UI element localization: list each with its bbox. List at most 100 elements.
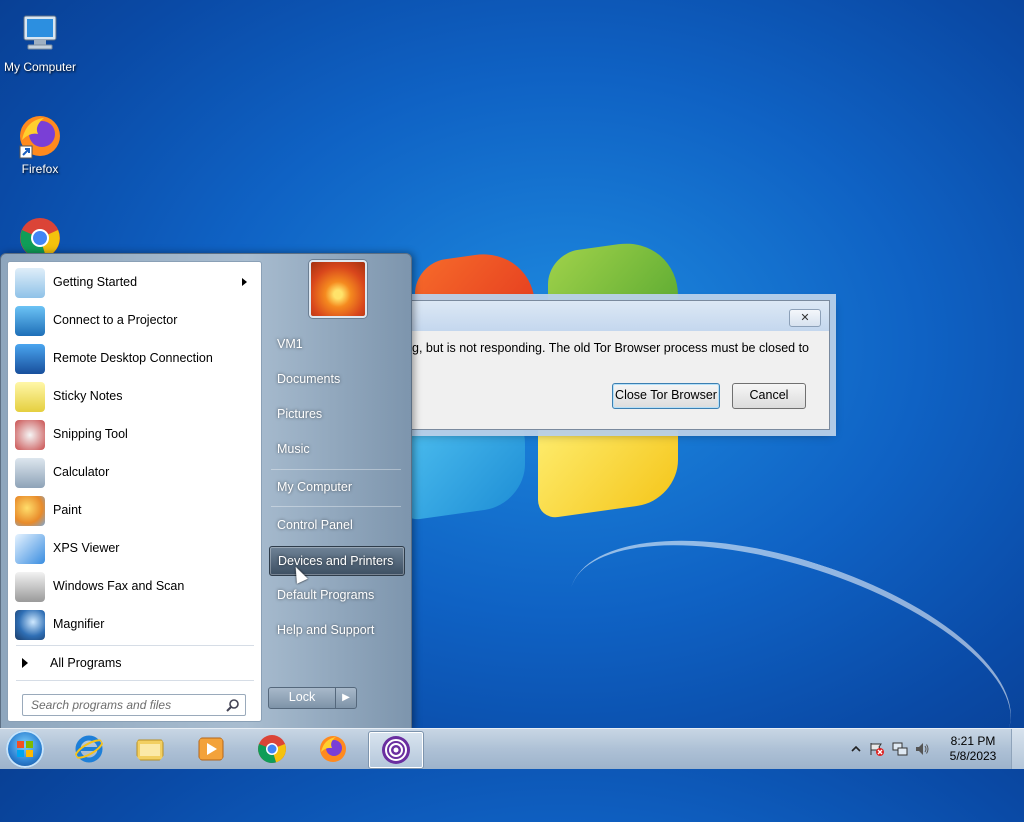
dialog-close-button[interactable]: ✕ — [789, 309, 821, 327]
program-remote-desktop[interactable]: Remote Desktop Connection — [12, 341, 257, 377]
start-search-input[interactable]: Search programs and files — [22, 694, 246, 716]
tor-browser-icon — [382, 736, 410, 764]
start-right-documents[interactable]: Documents — [269, 365, 403, 393]
internet-explorer-icon — [74, 735, 104, 763]
start-button[interactable] — [6, 730, 44, 768]
program-label: Paint — [53, 503, 82, 517]
fax-icon — [15, 572, 45, 602]
close-tor-browser-button[interactable]: Close Tor Browser — [612, 383, 720, 409]
program-xps-viewer[interactable]: XPS Viewer — [12, 531, 257, 567]
search-placeholder: Search programs and files — [31, 698, 172, 712]
right-item-label: Documents — [277, 372, 341, 386]
dialog-message: ning, but is not responding. The old Tor… — [405, 341, 809, 355]
taskbar: 8:21 PM 5/8/2023 — [0, 728, 1024, 769]
search-icon — [226, 699, 239, 712]
show-desktop-button[interactable] — [1011, 729, 1024, 769]
desktop-icon-label: Firefox — [21, 162, 59, 176]
right-item-label: Pictures — [277, 407, 323, 421]
magnifier-icon — [15, 610, 45, 640]
getting-started-icon — [15, 268, 45, 298]
all-programs-label: All Programs — [50, 656, 122, 670]
program-calculator[interactable]: Calculator — [12, 455, 257, 491]
start-right-help-support[interactable]: Help and Support — [269, 616, 403, 644]
taskbar-chrome[interactable] — [245, 731, 299, 767]
right-item-label: Music — [277, 442, 310, 456]
divider — [16, 645, 254, 646]
remote-desktop-icon — [15, 344, 45, 374]
start-menu: Getting Started Connect to a Projector R… — [0, 253, 412, 730]
lock-button-group: Lock ▶ — [268, 687, 357, 709]
tor-browser-dialog: ✕ ning, but is not responding. The old T… — [404, 300, 830, 430]
taskbar-media-player[interactable] — [184, 731, 238, 767]
program-paint[interactable]: Paint — [12, 493, 257, 529]
start-right-vm1[interactable]: VM1 — [269, 330, 403, 358]
start-right-default-programs[interactable]: Default Programs — [269, 581, 403, 609]
lock-options-arrow-button[interactable]: ▶ — [335, 687, 357, 709]
desktop-icon-firefox[interactable]: Firefox — [0, 112, 80, 176]
program-label: Connect to a Projector — [53, 313, 178, 327]
cancel-button[interactable]: Cancel — [732, 383, 806, 409]
lock-button[interactable]: Lock — [268, 687, 336, 709]
right-item-label: My Computer — [277, 480, 353, 494]
program-label: Snipping Tool — [53, 427, 128, 441]
right-item-label: Control Panel — [277, 518, 353, 532]
chrome-icon — [258, 735, 286, 763]
start-right-music[interactable]: Music — [269, 435, 403, 463]
program-label: Magnifier — [53, 617, 105, 631]
program-label: Getting Started — [53, 275, 138, 289]
divider — [16, 680, 254, 681]
show-hidden-icons-button[interactable] — [848, 741, 864, 757]
program-magnifier[interactable]: Magnifier — [12, 607, 257, 643]
projector-icon — [15, 306, 45, 336]
start-right-pictures[interactable]: Pictures — [269, 400, 403, 428]
divider — [271, 506, 401, 507]
xps-viewer-icon — [15, 534, 45, 564]
windows-flag-icon — [17, 741, 33, 757]
program-label: Calculator — [53, 465, 110, 479]
all-programs-arrow-icon — [22, 658, 28, 668]
media-player-icon — [198, 737, 224, 761]
start-right-my-computer[interactable]: My Computer — [269, 473, 403, 501]
network-icon[interactable] — [892, 741, 908, 757]
clock-time: 8:21 PM — [950, 734, 996, 748]
divider — [271, 469, 401, 470]
volume-icon[interactable] — [914, 741, 930, 757]
desktop-icon-my-computer[interactable]: My Computer — [0, 10, 80, 74]
computer-icon — [16, 10, 64, 58]
action-center-icon[interactable] — [869, 741, 885, 757]
chevron-up-icon — [851, 745, 861, 752]
program-label: Windows Fax and Scan — [53, 579, 185, 593]
dialog-titlebar — [405, 301, 829, 331]
calculator-icon — [15, 458, 45, 488]
taskbar-internet-explorer[interactable] — [62, 731, 116, 767]
file-explorer-icon — [136, 739, 164, 761]
submenu-arrow-icon — [242, 278, 247, 286]
program-snipping-tool[interactable]: Snipping Tool — [12, 417, 257, 453]
right-item-label: Help and Support — [277, 623, 375, 637]
clock-date: 5/8/2023 — [949, 749, 997, 763]
program-label: Remote Desktop Connection — [53, 351, 213, 365]
start-menu-programs-pane: Getting Started Connect to a Projector R… — [7, 261, 262, 722]
firefox-icon — [320, 736, 346, 762]
taskbar-tor-browser[interactable] — [368, 731, 424, 769]
desktop-icon-label: My Computer — [3, 60, 77, 74]
start-right-devices-printers[interactable]: Devices and Printers — [269, 546, 405, 576]
program-connect-projector[interactable]: Connect to a Projector — [12, 303, 257, 339]
right-item-label: VM1 — [277, 337, 303, 351]
sticky-notes-icon — [15, 382, 45, 412]
taskbar-firefox[interactable] — [306, 731, 360, 767]
all-programs-button[interactable]: All Programs — [12, 650, 257, 676]
program-sticky-notes[interactable]: Sticky Notes — [12, 379, 257, 415]
scissors-icon — [15, 420, 45, 450]
program-getting-started[interactable]: Getting Started — [12, 265, 257, 301]
paint-palette-icon — [15, 496, 45, 526]
program-fax-scan[interactable]: Windows Fax and Scan — [12, 569, 257, 605]
clock[interactable]: 8:21 PM 5/8/2023 — [944, 734, 1002, 764]
right-item-label: Default Programs — [277, 588, 375, 602]
firefox-icon — [16, 112, 64, 160]
program-label: XPS Viewer — [53, 541, 120, 555]
program-label: Sticky Notes — [53, 389, 123, 403]
taskbar-file-explorer[interactable] — [123, 731, 177, 767]
start-right-control-panel[interactable]: Control Panel — [269, 511, 403, 539]
user-avatar[interactable] — [309, 260, 367, 318]
